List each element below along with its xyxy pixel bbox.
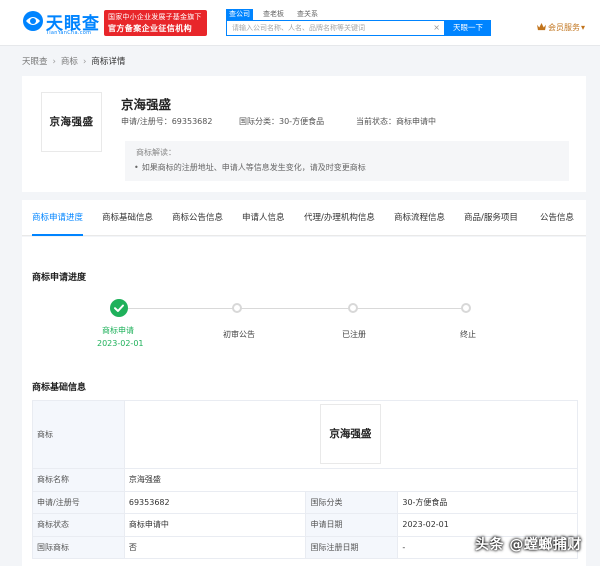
- step-dot-icon: [232, 303, 242, 313]
- table-value-class: 30-方便食品: [397, 490, 578, 514]
- search-box: ×: [226, 20, 445, 36]
- table-value-logo: 京海强盛: [123, 400, 579, 469]
- trademark-image-text: 京海强盛: [49, 116, 94, 128]
- tab-goods-services[interactable]: 商品/服务项目: [464, 200, 518, 236]
- search-button[interactable]: 天眼一下: [445, 20, 491, 36]
- search-tab-relation[interactable]: 查关系: [294, 9, 321, 20]
- tab-applicant-info[interactable]: 申请人信息: [242, 200, 285, 236]
- table-key-date: 申请日期: [305, 513, 399, 537]
- step-check-icon: [110, 299, 128, 317]
- progress-section-title: 商标申请进度: [32, 273, 87, 283]
- trademark-logo-text: 京海强盛: [329, 428, 372, 440]
- clear-icon[interactable]: ×: [433, 23, 440, 33]
- status-label: 当前状态：: [356, 117, 396, 126]
- step-label-prelim: 初审公告: [223, 330, 255, 339]
- tab-announcement-info[interactable]: 商标公告信息: [172, 200, 223, 236]
- class-label: 国际分类：: [239, 117, 279, 126]
- meta-status: 当前状态：商标申请中: [356, 116, 436, 127]
- check-icon: [114, 304, 124, 312]
- detail-tab-bar: 商标申请进度 商标基础信息 商标公告信息 申请人信息 代理/办理机构信息 商标流…: [22, 200, 586, 236]
- vip-service-menu[interactable]: 会员服务▾: [537, 22, 585, 34]
- logo-subtext: TianYanCha.com: [46, 30, 92, 36]
- trademark-title: 京海强盛: [121, 97, 172, 112]
- table-key-name: 商标名称: [32, 468, 125, 492]
- tianyancha-logo[interactable]: 天眼查 TianYanCha.com: [22, 8, 102, 38]
- table-key-intl: 国际商标: [32, 535, 125, 559]
- reg-no-label: 申请/注册号：: [121, 117, 172, 126]
- tab-notice-info[interactable]: 公告信息: [540, 200, 574, 236]
- banner-line-2: 官方备案企业征信机构: [108, 24, 192, 33]
- table-value-date: 2023-02-01: [397, 513, 578, 537]
- table-value-name: 京海强盛: [123, 468, 579, 492]
- table-row: 申请/注册号 69353682 国际分类 30-方便食品: [32, 490, 578, 514]
- table-value-status: 商标申请中: [123, 513, 307, 537]
- top-header: 天眼查 TianYanCha.com 国家中小企业发展子基金旗下 官方备案企业征…: [0, 0, 600, 46]
- tab-agency-info[interactable]: 代理/办理机构信息: [304, 200, 375, 236]
- table-row: 商标名称 京海强盛: [32, 468, 579, 492]
- table-key-status: 商标状态: [32, 513, 125, 537]
- trademark-summary-card: 京海强盛 京海强盛 申请/注册号：69353682 国际分类：30-方便食品 当…: [22, 76, 586, 192]
- crown-icon: [537, 23, 546, 31]
- chevron-down-icon: ▾: [581, 23, 586, 32]
- table-key-reg-no: 申请/注册号: [32, 490, 125, 514]
- interpretation-title: 商标解读：: [136, 148, 176, 157]
- breadcrumb-separator-icon: ›: [52, 57, 56, 67]
- banner-line-1: 国家中小企业发展子基金旗下: [108, 13, 202, 21]
- vip-label: 会员服务: [548, 23, 580, 32]
- step-label-applied: 商标申请: [102, 326, 134, 335]
- search-input[interactable]: [232, 21, 432, 35]
- table-key-logo: 商标: [32, 400, 125, 469]
- content-panel: 商标申请进度 商标申请 2023-02-01 初审公告 已注册 终止 商标基础信…: [22, 237, 586, 566]
- class-value: 30-方便食品: [279, 117, 325, 126]
- meta-class: 国际分类：30-方便食品: [239, 116, 324, 127]
- step-date-applied: 2023-02-01: [97, 339, 144, 348]
- table-key-class: 国际分类: [305, 490, 399, 514]
- basic-info-section-title: 商标基础信息: [32, 383, 87, 393]
- reg-no-value: 69353682: [171, 117, 213, 126]
- step-label-registered: 已注册: [342, 330, 366, 339]
- breadcrumb-separator-icon: ›: [82, 57, 87, 67]
- table-value-reg-no: 69353682: [123, 490, 307, 514]
- table-row: 商标状态 商标申请中 申请日期 2023-02-01: [32, 513, 578, 537]
- bullet-icon: •: [134, 163, 139, 172]
- tab-process-info[interactable]: 商标流程信息: [394, 200, 445, 236]
- trademark-interpretation: 商标解读： • 如果商标的注册地址、申请人等信息发生变化，请及时变更商标: [125, 141, 569, 181]
- status-value: 商标申请中: [396, 117, 436, 126]
- table-value-intl: 否: [123, 535, 307, 559]
- step-dot-icon: [461, 303, 471, 313]
- tab-basic-info[interactable]: 商标基础信息: [102, 200, 153, 236]
- trademark-logo-image[interactable]: 京海强盛: [319, 404, 381, 464]
- breadcrumb: 天眼查 › 商标 › 商标详情: [22, 55, 125, 67]
- step-label-terminated: 终止: [460, 330, 476, 339]
- interpretation-line: • 如果商标的注册地址、申请人等信息发生变化，请及时变更商标: [134, 162, 366, 173]
- interpretation-text: 如果商标的注册地址、申请人等信息发生变化，请及时变更商标: [141, 163, 366, 172]
- step-dot-icon: [348, 303, 358, 313]
- watermark-text: 头条 @螳螂捕财: [475, 537, 582, 553]
- breadcrumb-trademark[interactable]: 商标: [61, 57, 78, 67]
- official-banner[interactable]: 国家中小企业发展子基金旗下 官方备案企业征信机构: [104, 10, 207, 36]
- logo-eye-icon: [23, 11, 43, 31]
- meta-reg-no: 申请/注册号：69353682: [121, 116, 212, 127]
- tab-application-progress[interactable]: 商标申请进度: [32, 200, 84, 236]
- breadcrumb-current: 商标详情: [91, 57, 126, 67]
- table-row: 商标 京海强盛: [32, 400, 579, 469]
- table-key-intl-date: 国际注册日期: [305, 535, 399, 559]
- progress-track: [128, 308, 464, 309]
- search-tab-boss[interactable]: 查老板: [260, 9, 287, 20]
- trademark-image[interactable]: 京海强盛: [41, 92, 102, 152]
- breadcrumb-home[interactable]: 天眼查: [22, 57, 48, 67]
- search-tab-company[interactable]: 查公司: [226, 9, 253, 20]
